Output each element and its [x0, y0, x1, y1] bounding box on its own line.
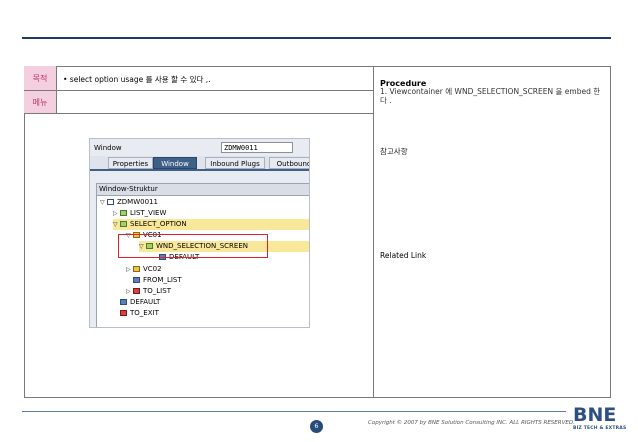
- copyright-text: Copyright © 2007 by BNE Solution Consult…: [368, 420, 575, 426]
- expand-right-icon[interactable]: ▷: [126, 286, 133, 297]
- logo-subtext: BIZ TECH & EXTRAS: [573, 426, 627, 431]
- tab-underline: [90, 169, 309, 171]
- procedure-text: 1. Viewcontainer 에 WND_SELECTION_SCREEN …: [380, 87, 601, 105]
- expand-right-icon[interactable]: ▷: [126, 264, 133, 275]
- tab-inbound-plugs[interactable]: Inbound Plugs: [205, 157, 265, 169]
- highlight-annotation-box: [118, 234, 268, 258]
- window-label: Window: [94, 144, 122, 152]
- view-icon: [120, 221, 127, 227]
- tree-node-from-list[interactable]: FROM_LIST: [133, 275, 182, 286]
- view-container-icon: [133, 266, 140, 272]
- tree-node-list-view[interactable]: ▷ LIST_VIEW: [113, 208, 166, 219]
- row-divider-1: [24, 90, 373, 91]
- inbound-plug-icon: [120, 299, 127, 305]
- window-name-field[interactable]: ZDMW0011: [221, 142, 293, 153]
- outbound-plug-icon: [120, 310, 127, 316]
- sap-window-screenshot: Window ZDMW0011 Properties Window Inboun…: [89, 138, 310, 328]
- tree-header: Window-Struktur: [97, 184, 309, 196]
- purpose-text: • select option usage 를 사용 할 수 있다 ,.: [63, 75, 211, 84]
- window-row: Window ZDMW0011: [90, 139, 309, 155]
- tree-node-vc02[interactable]: ▷ VC02: [126, 264, 162, 275]
- tree-node-select-option[interactable]: ▽ SELECT_OPTION: [113, 219, 309, 230]
- row-divider-2: [24, 113, 373, 114]
- page-number: 6: [310, 420, 323, 433]
- tab-properties[interactable]: Properties: [108, 157, 153, 169]
- window-icon: [107, 199, 114, 205]
- column-divider: [373, 66, 374, 398]
- tab-outbound[interactable]: Outbound: [269, 157, 309, 169]
- view-icon: [120, 210, 127, 216]
- tree-node-to-list[interactable]: ▷ TO_LIST: [126, 286, 171, 297]
- tree-node-zdmw0011[interactable]: ▽ ZDMW0011: [100, 197, 158, 208]
- tree-node-to-exit[interactable]: TO_EXIT: [120, 308, 159, 319]
- purpose-label: 목적: [24, 66, 57, 90]
- tree-node-default[interactable]: DEFAULT: [120, 297, 160, 308]
- outbound-plug-icon: [133, 288, 140, 294]
- related-link-label[interactable]: Related Link: [380, 251, 426, 260]
- tab-strip: Properties Window Inbound Plugs Outbound: [90, 156, 309, 169]
- bne-logo: BNE BIZ TECH & EXTRAS: [573, 404, 627, 434]
- expand-right-icon[interactable]: ▷: [113, 208, 120, 219]
- inbound-plug-icon: [133, 277, 140, 283]
- footer-rule: [22, 411, 566, 412]
- expand-down-icon[interactable]: ▽: [100, 197, 107, 208]
- logo-text: BNE: [573, 404, 617, 426]
- menu-label: 메뉴: [24, 91, 57, 113]
- expand-down-icon[interactable]: ▽: [113, 219, 120, 230]
- reference-label: 참고사항: [380, 147, 408, 156]
- tab-window[interactable]: Window: [153, 157, 197, 169]
- header-rule: [22, 37, 611, 39]
